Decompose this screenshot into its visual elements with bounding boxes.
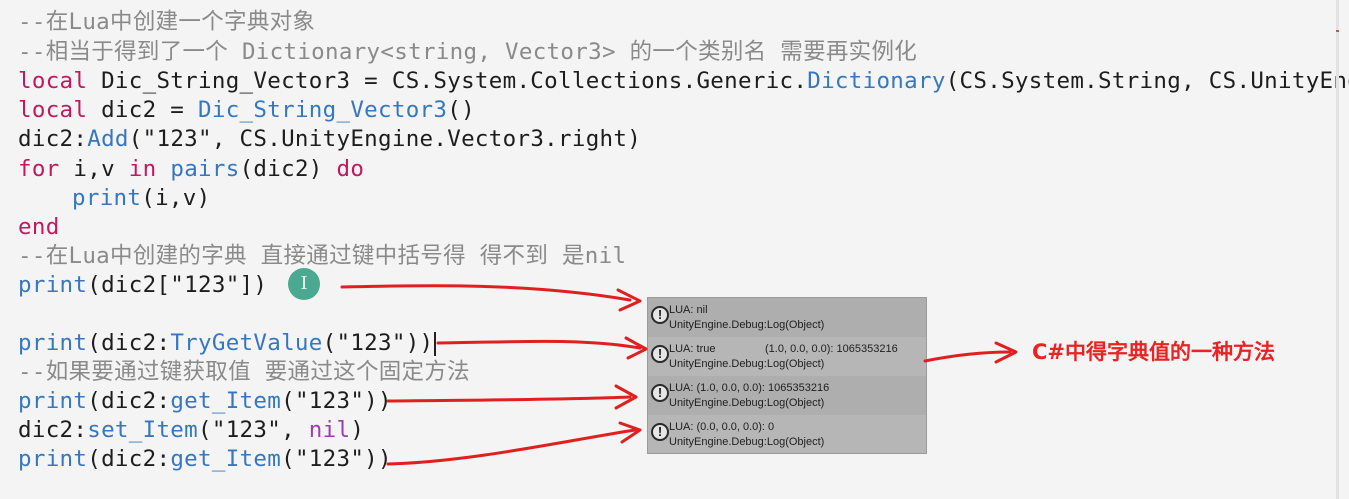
annotation-label: C#中得字典值的一种方法 (1032, 340, 1276, 364)
arrow-3 (386, 395, 632, 403)
arrow-2 (436, 339, 642, 350)
arrow-1 (340, 284, 632, 302)
arrow-4 (386, 428, 637, 466)
arrow-5 (923, 350, 1012, 363)
annotation-arrows (340, 284, 1018, 466)
